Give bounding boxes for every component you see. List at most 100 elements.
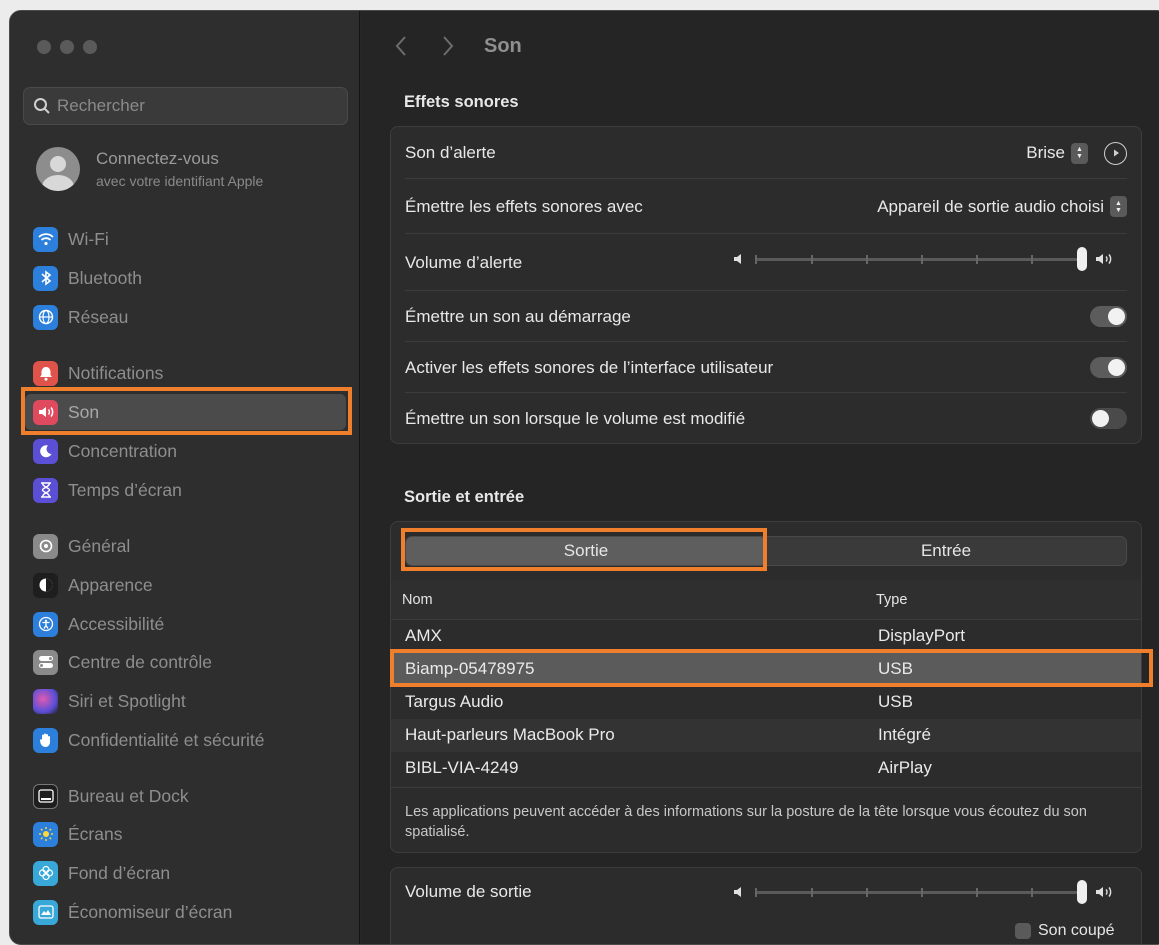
device-name: AMX <box>405 626 442 645</box>
sidebar-item-screen-time[interactable]: Temps d’écran <box>25 472 346 508</box>
sidebar-item-displays[interactable]: Écrans <box>25 816 346 852</box>
startup-sound-toggle[interactable] <box>1090 306 1127 327</box>
hand-icon <box>33 727 58 753</box>
gear-icon <box>33 533 58 559</box>
search-input[interactable] <box>57 96 327 116</box>
bluetooth-icon <box>33 265 58 291</box>
output-volume-label: Volume de sortie <box>405 882 532 901</box>
sidebar: Connectez-vous avec votre identifiant Ap… <box>10 11 360 944</box>
sidebar-item-control-center[interactable]: Centre de contrôle <box>25 644 346 680</box>
apple-id-signin[interactable]: Connectez-vous avec votre identifiant Ap… <box>36 147 263 191</box>
table-row[interactable]: Targus Audio USB <box>391 686 1141 719</box>
play-effects-through-label: Émettre les effets sonores avec <box>405 196 643 216</box>
volume-feedback-toggle[interactable] <box>1090 408 1127 429</box>
chevron-updown-icon: ▲ ▼ <box>1110 196 1127 217</box>
sidebar-item-label: Bureau et Dock <box>68 785 189 806</box>
search-field[interactable] <box>23 87 348 125</box>
slider-tick <box>811 887 813 897</box>
sidebar-item-label: Bluetooth <box>68 267 142 288</box>
zoom-button[interactable] <box>83 40 97 54</box>
toggle-knob <box>1108 359 1125 376</box>
mute-label: Son coupé <box>1038 922 1115 939</box>
moon-icon <box>33 438 58 464</box>
mute-row: Son coupé <box>1015 922 1115 940</box>
alert-volume-slider[interactable] <box>733 246 1117 271</box>
slider-tick <box>1031 887 1033 897</box>
slider-track <box>755 879 1087 904</box>
globe-icon <box>33 304 58 330</box>
slider-tick <box>866 254 868 264</box>
device-type: USB <box>878 692 913 711</box>
startup-sound-label: Émettre un son au démarrage <box>405 306 631 326</box>
sidebar-item-wifi[interactable]: Wi-Fi <box>25 221 346 257</box>
sidebar-item-label: Fond d’écran <box>68 862 171 883</box>
wallpaper-icon <box>33 860 58 886</box>
alert-sound-popup[interactable]: Brise ▲ ▼ <box>1026 141 1127 165</box>
device-type: AirPlay <box>878 758 932 777</box>
control-center-icon <box>33 649 58 675</box>
sidebar-item-notifications[interactable]: Notifications <box>25 355 346 391</box>
siri-icon <box>33 688 58 714</box>
back-button[interactable] <box>394 33 408 64</box>
hourglass-icon <box>33 477 58 503</box>
sidebar-item-label: Centre de contrôle <box>68 651 212 672</box>
appearance-icon <box>33 572 58 598</box>
slider-tick <box>866 887 868 897</box>
sidebar-item-label: Écrans <box>68 823 123 844</box>
avatar-icon <box>36 147 80 191</box>
sound-effects-card: Son d’alerte Brise ▲ ▼ Émettre les effets… <box>390 126 1142 444</box>
sidebar-item-label: Apparence <box>68 574 153 595</box>
column-header-name[interactable]: Nom <box>402 592 433 608</box>
tab-input[interactable]: Entrée <box>766 537 1126 565</box>
bell-icon <box>33 360 58 386</box>
sidebar-item-desktop-dock[interactable]: Bureau et Dock <box>25 778 346 814</box>
sidebar-item-wallpaper[interactable]: Fond d’écran <box>25 855 346 891</box>
device-type: DisplayPort <box>878 626 965 645</box>
minimize-button[interactable] <box>60 40 74 54</box>
sidebar-item-accessibility[interactable]: Accessibilité <box>25 606 346 642</box>
device-name: Haut-parleurs MacBook Pro <box>405 725 615 744</box>
sidebar-item-label: Économiseur d’écran <box>68 901 233 922</box>
play-effects-through-row: Émettre les effets sonores avec Appareil… <box>405 179 1127 234</box>
sidebar-item-general[interactable]: Général <box>25 528 346 564</box>
signin-title: Connectez-vous <box>96 149 219 168</box>
sidebar-item-screensaver[interactable]: Économiseur d’écran <box>25 894 346 930</box>
ui-sounds-toggle[interactable] <box>1090 357 1127 378</box>
highlight-selected-device <box>390 649 1153 687</box>
slider-thumb[interactable] <box>1077 246 1087 271</box>
column-header-type[interactable]: Type <box>876 592 907 608</box>
sidebar-item-siri[interactable]: Siri et Spotlight <box>25 683 346 719</box>
sidebar-item-bluetooth[interactable]: Bluetooth <box>25 260 346 296</box>
slider-tick <box>755 887 757 897</box>
sidebar-item-network[interactable]: Réseau <box>25 299 346 335</box>
play-button[interactable] <box>1104 141 1127 165</box>
section-title-output-input: Sortie et entrée <box>404 488 525 506</box>
output-device-popup[interactable]: Appareil de sortie audio choisi ▲ ▼ <box>877 196 1127 217</box>
wifi-icon <box>33 226 58 252</box>
highlight-output-tab <box>401 528 767 571</box>
slider-tick <box>921 254 923 264</box>
output-volume-slider[interactable] <box>733 879 1117 904</box>
signin-subtitle: avec votre identifiant Apple <box>96 173 264 189</box>
slider-thumb[interactable] <box>1077 879 1087 904</box>
speaker-low-icon <box>734 887 741 897</box>
close-button[interactable] <box>37 40 51 54</box>
sidebar-item-privacy[interactable]: Confidentialité et sécurité <box>25 722 346 758</box>
sidebar-item-appearance[interactable]: Apparence <box>25 567 346 603</box>
sidebar-item-label: Temps d’écran <box>68 479 182 500</box>
toggle-knob <box>1108 308 1125 325</box>
slider-tick <box>1031 254 1033 264</box>
slider-tick <box>811 254 813 264</box>
alert-sound-label: Son d’alerte <box>405 143 496 162</box>
chevron-updown-icon: ▲ ▼ <box>1071 142 1088 164</box>
forward-button[interactable] <box>441 33 455 64</box>
dock-icon <box>33 783 58 809</box>
sidebar-item-label: Wi-Fi <box>68 228 109 249</box>
section-title-sound-effects: Effets sonores <box>404 93 519 111</box>
sidebar-item-focus[interactable]: Concentration <box>25 433 346 469</box>
table-row[interactable]: Haut-parleurs MacBook Pro Intégré <box>391 719 1141 752</box>
mute-checkbox[interactable] <box>1015 923 1031 939</box>
table-row[interactable]: BIBL-VIA-4249 AirPlay <box>391 752 1141 785</box>
slider-tick <box>976 254 978 264</box>
slider-tick <box>976 887 978 897</box>
